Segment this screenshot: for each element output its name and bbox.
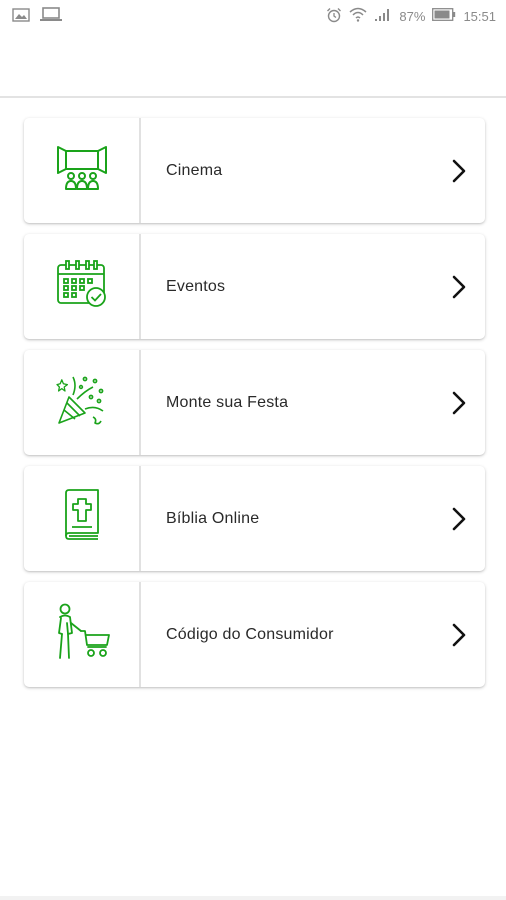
wifi-icon [349, 7, 367, 25]
status-bar-right: 87% 15:51 [326, 7, 496, 26]
app-bar [0, 32, 506, 98]
calendar-check-icon [56, 259, 108, 314]
menu-item-label: Monte sua Festa [166, 393, 289, 411]
clock: 15:51 [463, 8, 496, 24]
chevron-right-icon [433, 507, 485, 531]
status-bar-left [12, 7, 62, 25]
chevron-right-icon [433, 159, 485, 183]
status-bar: 87% 15:51 [0, 0, 506, 32]
card-icon-area [24, 118, 141, 223]
signal-icon [374, 8, 392, 25]
card-icon-area [24, 350, 141, 455]
alarm-icon [326, 7, 342, 26]
bottom-edge [0, 896, 506, 900]
shopping-cart-person-icon [53, 603, 111, 666]
image-icon [12, 7, 30, 25]
card-icon-area [24, 466, 141, 571]
card-icon-area [24, 582, 141, 687]
menu-item-biblia-online[interactable]: Bíblia Online [24, 466, 485, 571]
menu-item-label: Eventos [166, 277, 226, 295]
menu-item-label: Cinema [166, 161, 223, 179]
card-icon-area [24, 234, 141, 339]
menu-item-cinema[interactable]: Cinema [24, 118, 485, 223]
menu-item-eventos[interactable]: Eventos [24, 234, 485, 339]
menu-item-monte-sua-festa[interactable]: Monte sua Festa [24, 350, 485, 455]
chevron-right-icon [433, 275, 485, 299]
battery-icon [432, 8, 456, 24]
menu-item-codigo-do-consumidor[interactable]: Código do Consumidor [24, 582, 485, 687]
chevron-right-icon [433, 623, 485, 647]
menu-item-label: Bíblia Online [166, 509, 260, 527]
menu-item-label: Código do Consumidor [166, 625, 334, 643]
menu-list: Cinema Eventos Monte sua Festa Bíblia On… [24, 118, 485, 698]
chevron-right-icon [433, 391, 485, 415]
battery-percent: 87% [399, 8, 426, 24]
cinema-icon [56, 143, 108, 198]
bible-icon [60, 489, 104, 548]
party-popper-icon [55, 373, 109, 432]
laptop-icon [40, 7, 62, 25]
